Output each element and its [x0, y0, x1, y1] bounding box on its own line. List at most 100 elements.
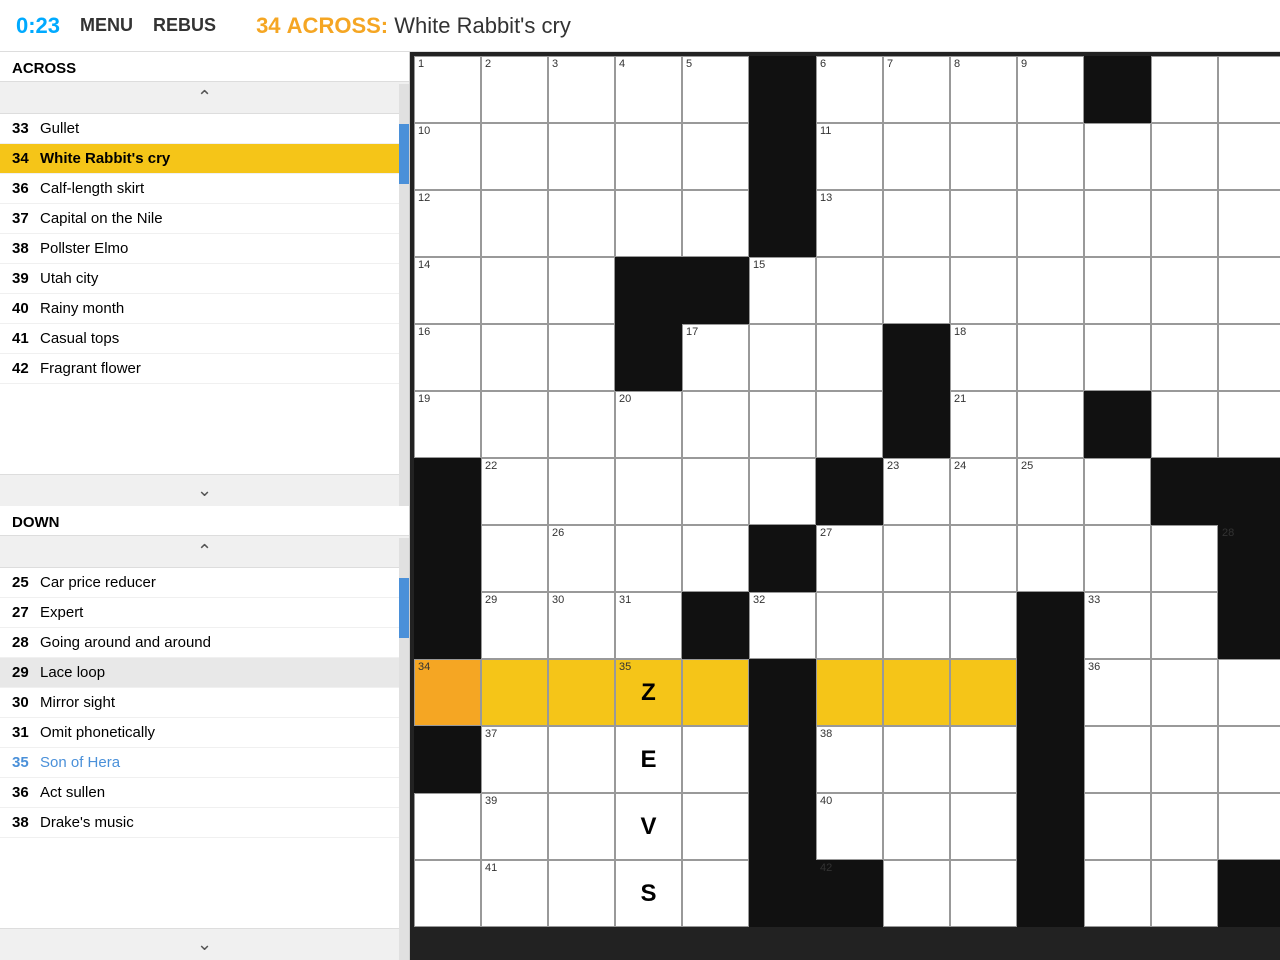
cell-8-6[interactable]	[816, 592, 883, 659]
cell-10-8[interactable]	[950, 726, 1017, 793]
cell-7-12[interactable]: 28	[1218, 525, 1280, 592]
cell-1-9[interactable]	[1017, 123, 1084, 190]
cell-0-0[interactable]: 1	[414, 56, 481, 123]
cell-4-10[interactable]	[1084, 324, 1151, 391]
clue-item-40[interactable]: 40 Rainy month	[0, 294, 409, 324]
cell-7-10[interactable]	[1084, 525, 1151, 592]
cell-10-7[interactable]	[883, 726, 950, 793]
cell-1-4[interactable]	[682, 123, 749, 190]
cell-5-5[interactable]	[749, 391, 816, 458]
cell-8-4[interactable]	[682, 592, 749, 659]
cell-9-11[interactable]	[1151, 659, 1218, 726]
cell-0-12[interactable]	[1218, 56, 1280, 123]
cell-12-5[interactable]	[749, 860, 816, 927]
cell-3-1[interactable]	[481, 257, 548, 324]
cell-5-2[interactable]	[548, 391, 615, 458]
cell-12-4[interactable]	[682, 860, 749, 927]
cell-0-1[interactable]: 2	[481, 56, 548, 123]
cell-11-7[interactable]	[883, 793, 950, 860]
clue-item-36[interactable]: 36 Calf-length skirt	[0, 174, 409, 204]
cell-4-5[interactable]	[749, 324, 816, 391]
cell-12-10[interactable]	[1084, 860, 1151, 927]
cell-11-10[interactable]	[1084, 793, 1151, 860]
clue-item-25[interactable]: 25 Car price reducer	[0, 568, 409, 598]
cell-5-3[interactable]: 20	[615, 391, 682, 458]
cell-0-2[interactable]: 3	[548, 56, 615, 123]
cell-8-11[interactable]	[1151, 592, 1218, 659]
cell-11-1[interactable]: 39	[481, 793, 548, 860]
cell-3-6[interactable]	[816, 257, 883, 324]
cell-5-7[interactable]	[883, 391, 950, 458]
cell-8-0[interactable]	[414, 592, 481, 659]
cell-7-3[interactable]	[615, 525, 682, 592]
cell-1-0[interactable]: 10	[414, 123, 481, 190]
cell-10-4[interactable]	[682, 726, 749, 793]
cell-2-8[interactable]	[950, 190, 1017, 257]
cell-6-1[interactable]: 22	[481, 458, 548, 525]
cell-12-0[interactable]	[414, 860, 481, 927]
cell-5-9[interactable]	[1017, 391, 1084, 458]
cell-1-11[interactable]	[1151, 123, 1218, 190]
cell-1-8[interactable]	[950, 123, 1017, 190]
cell-0-10[interactable]	[1084, 56, 1151, 123]
cell-11-11[interactable]	[1151, 793, 1218, 860]
cell-4-2[interactable]	[548, 324, 615, 391]
cell-4-8[interactable]: 18	[950, 324, 1017, 391]
clue-item-38[interactable]: 38 Drake's music	[0, 808, 409, 838]
cell-4-11[interactable]	[1151, 324, 1218, 391]
cell-7-1[interactable]	[481, 525, 548, 592]
cell-4-3[interactable]	[615, 324, 682, 391]
cell-5-0[interactable]: 19	[414, 391, 481, 458]
cell-1-2[interactable]	[548, 123, 615, 190]
cell-6-6[interactable]	[816, 458, 883, 525]
cell-7-7[interactable]	[883, 525, 950, 592]
clue-item-34[interactable]: 34 White Rabbit's cry	[0, 144, 409, 174]
cell-6-5[interactable]	[749, 458, 816, 525]
cell-6-3[interactable]	[615, 458, 682, 525]
cell-5-10[interactable]	[1084, 391, 1151, 458]
cell-2-7[interactable]	[883, 190, 950, 257]
cell-0-5[interactable]	[749, 56, 816, 123]
cell-12-7[interactable]	[883, 860, 950, 927]
cell-11-5[interactable]	[749, 793, 816, 860]
cell-1-6[interactable]: 11	[816, 123, 883, 190]
cell-10-3[interactable]: E	[615, 726, 682, 793]
cell-9-3[interactable]: 35Z	[615, 659, 682, 726]
cell-9-6[interactable]	[816, 659, 883, 726]
cell-7-5[interactable]	[749, 525, 816, 592]
cell-1-5[interactable]	[749, 123, 816, 190]
cell-2-11[interactable]	[1151, 190, 1218, 257]
cell-7-11[interactable]	[1151, 525, 1218, 592]
cell-3-4[interactable]	[682, 257, 749, 324]
cell-0-3[interactable]: 4	[615, 56, 682, 123]
cell-8-3[interactable]: 31	[615, 592, 682, 659]
clue-item-31[interactable]: 31 Omit phonetically	[0, 718, 409, 748]
menu-button[interactable]: MENU	[80, 15, 133, 36]
clue-item-35[interactable]: 35 Son of Hera	[0, 748, 409, 778]
clue-item-39[interactable]: 39 Utah city	[0, 264, 409, 294]
cell-11-6[interactable]: 40	[816, 793, 883, 860]
cell-11-0[interactable]	[414, 793, 481, 860]
cell-1-12[interactable]	[1218, 123, 1280, 190]
clue-item-33[interactable]: 33 Gullet	[0, 114, 409, 144]
cell-11-4[interactable]	[682, 793, 749, 860]
cell-8-2[interactable]: 30	[548, 592, 615, 659]
cell-9-0[interactable]: 34	[414, 659, 481, 726]
cell-2-4[interactable]	[682, 190, 749, 257]
cell-3-0[interactable]: 14	[414, 257, 481, 324]
cell-12-2[interactable]	[548, 860, 615, 927]
clue-item-36[interactable]: 36 Act sullen	[0, 778, 409, 808]
cell-3-8[interactable]	[950, 257, 1017, 324]
cell-3-2[interactable]	[548, 257, 615, 324]
cell-7-0[interactable]	[414, 525, 481, 592]
cell-11-8[interactable]	[950, 793, 1017, 860]
cell-12-3[interactable]: S	[615, 860, 682, 927]
cell-12-6[interactable]: 42	[816, 860, 883, 927]
cell-5-4[interactable]	[682, 391, 749, 458]
cell-5-11[interactable]	[1151, 391, 1218, 458]
cell-8-7[interactable]	[883, 592, 950, 659]
cell-4-7[interactable]	[883, 324, 950, 391]
cell-10-6[interactable]: 38	[816, 726, 883, 793]
across-scroll-up[interactable]: ⌃	[0, 82, 409, 114]
cell-9-7[interactable]	[883, 659, 950, 726]
